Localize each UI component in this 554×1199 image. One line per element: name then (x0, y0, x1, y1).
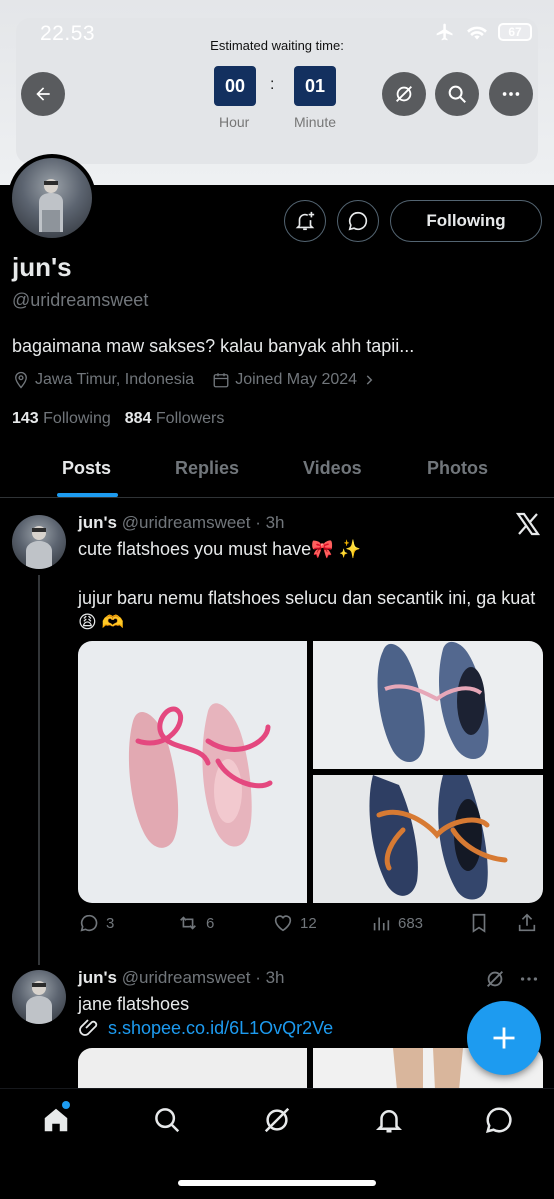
display-name: jun's (12, 252, 72, 282)
joined-text: Joined May 2024 (235, 371, 358, 388)
views-icon (373, 917, 390, 931)
like-action[interactable]: 12 (272, 912, 317, 934)
hour-label: Hour (219, 114, 250, 130)
back-button[interactable] (21, 72, 65, 116)
waiting-title: Estimated waiting time: (210, 38, 344, 53)
grok-icon[interactable] (262, 1105, 292, 1135)
tweet-text-line2: jujur baru nemu flatshoes selucu dan sec… (78, 588, 536, 632)
tweet-link[interactable]: s.shopee.co.id/6L1OvQr2Ve (108, 1016, 333, 1040)
bookmark-action[interactable] (468, 912, 490, 934)
tab-replies[interactable]: Replies (175, 458, 239, 479)
followers-count-link[interactable]: 884 Followers (125, 410, 225, 428)
like-count: 12 (300, 914, 317, 932)
calendar-icon (213, 373, 229, 388)
location-text: Jawa Timur, Indonesia (35, 371, 195, 388)
location: Jawa Timur, Indonesia (12, 371, 194, 389)
following-button[interactable]: Following (390, 200, 542, 242)
following-label: Following (43, 410, 111, 427)
tweet-meta: @uridreamsweet · 3h (121, 513, 285, 532)
tweet-header: jun's @uridreamsweet · 3h (78, 513, 285, 533)
profile-tabs: Posts Replies Videos Photos (0, 444, 554, 498)
tweet-media-grid[interactable] (78, 641, 543, 903)
time-separator: : (270, 76, 275, 93)
paperclip-icon (79, 1019, 98, 1036)
hour-value: 00 (214, 66, 256, 106)
media-image-denim-pink-laces[interactable] (313, 641, 543, 769)
repost-icon (180, 916, 196, 930)
grok-icon (396, 86, 412, 102)
tweet-actions: 3 6 12 683 (78, 912, 543, 936)
denim-orange-flatshoes-image (369, 775, 508, 900)
media-image[interactable] (78, 1048, 307, 1090)
tweet-meta: @uridreamsweet · 3h (121, 968, 285, 987)
location-icon (15, 371, 27, 389)
minute-label: Minute (294, 114, 337, 130)
heart-icon (274, 915, 292, 932)
followers-count: 884 (124, 410, 152, 427)
tweet-text-line1: cute flatshoes you must have🎀 ✨ (78, 539, 361, 559)
follow-counts: 143 Following 884 Followers (12, 410, 224, 428)
plus-icon (493, 1027, 515, 1049)
reply-count: 3 (106, 914, 115, 932)
more-button[interactable] (489, 72, 533, 116)
home-indicator (178, 1180, 376, 1186)
chevron-right-icon (366, 375, 373, 385)
followers-label: Followers (155, 410, 225, 427)
reply-action[interactable]: 3 (78, 912, 114, 934)
repost-count: 6 (206, 914, 215, 932)
avatar-image (12, 158, 92, 238)
grok-icon[interactable] (484, 968, 506, 990)
tweet-text: jane flatshoes (78, 994, 190, 1014)
views-action[interactable]: 683 (370, 912, 423, 934)
denim-flatshoes-image (377, 641, 489, 763)
share-action[interactable] (516, 912, 538, 934)
back-arrow-icon (36, 87, 50, 101)
x-logo-icon (516, 512, 540, 536)
profile-meta: Jawa Timur, Indonesia Joined May 2024 (12, 371, 394, 389)
tweet-avatar[interactable] (12, 515, 66, 569)
handle: @uridreamsweet (12, 290, 149, 310)
search-button[interactable] (435, 72, 479, 116)
more-icon[interactable] (518, 968, 540, 990)
following-count-link[interactable]: 143 Following (12, 410, 111, 428)
repost-action[interactable]: 6 (176, 912, 214, 934)
views-count: 683 (398, 914, 424, 932)
following-count: 143 (12, 410, 39, 427)
notifications-icon[interactable] (374, 1105, 404, 1135)
tweet-header: jun's @uridreamsweet · 3h (78, 968, 285, 988)
grok-button[interactable] (382, 72, 426, 116)
minute-value: 01 (294, 66, 336, 106)
tweet-author[interactable]: jun's (78, 968, 117, 987)
bio: bagaimana maw sakses? kalau banyak ahh t… (12, 336, 415, 356)
notify-button[interactable] (284, 200, 326, 242)
compose-button[interactable] (467, 1001, 541, 1075)
message-icon (348, 211, 368, 231)
tweet-avatar[interactable] (12, 970, 66, 1024)
messages-icon[interactable] (484, 1105, 514, 1135)
tab-photos[interactable]: Photos (427, 458, 488, 479)
bookmark-icon (472, 913, 486, 933)
search-icon (448, 85, 466, 103)
tweet-author[interactable]: jun's (78, 513, 117, 532)
search-icon[interactable] (152, 1105, 182, 1135)
home-notification-dot (62, 1101, 70, 1109)
reply-icon (80, 914, 98, 932)
thread-line (38, 575, 40, 965)
person-figure-icon (39, 179, 63, 232)
person-figure-icon (26, 526, 52, 569)
active-tab-indicator (57, 493, 118, 497)
tab-posts[interactable]: Posts (62, 458, 111, 479)
home-icon[interactable] (41, 1105, 71, 1135)
pink-flatshoes-image (128, 703, 273, 848)
tab-videos[interactable]: Videos (303, 458, 362, 479)
bell-plus-icon (295, 211, 315, 231)
media-image-denim-orange-laces[interactable] (313, 775, 543, 903)
profile-avatar[interactable] (8, 154, 96, 242)
message-button[interactable] (337, 200, 379, 242)
joined-date[interactable]: Joined May 2024 (212, 371, 376, 389)
person-figure-icon (26, 981, 52, 1024)
share-icon (518, 913, 536, 932)
media-image-pink-shoes[interactable] (78, 641, 307, 903)
more-icon (502, 92, 520, 96)
